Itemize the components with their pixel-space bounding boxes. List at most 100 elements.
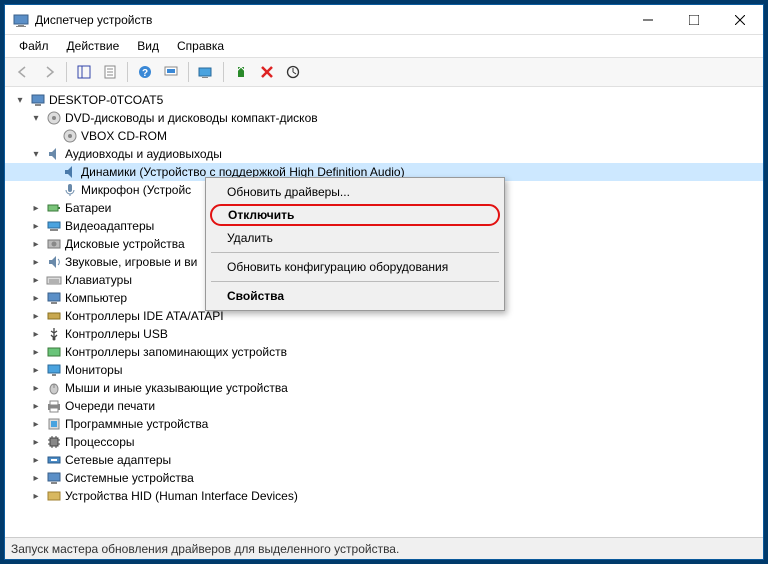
- maximize-button[interactable]: [671, 5, 717, 35]
- sound-icon: [46, 254, 62, 270]
- node-label: Видеоадаптеры: [65, 219, 154, 233]
- expander-icon[interactable]: [29, 473, 43, 484]
- menu-action[interactable]: Действие: [59, 37, 128, 55]
- audio-icon: [46, 146, 62, 162]
- menu-help[interactable]: Справка: [169, 37, 232, 55]
- expander-icon[interactable]: [29, 257, 43, 268]
- node-label: Очереди печати: [65, 399, 155, 413]
- properties-button[interactable]: [98, 60, 122, 84]
- disable-button[interactable]: [281, 60, 305, 84]
- expander-icon[interactable]: [13, 95, 27, 106]
- tree-node-print[interactable]: Очереди печати: [5, 397, 763, 415]
- controller-icon: [46, 308, 62, 324]
- svg-text:?: ?: [142, 68, 148, 79]
- node-label: Сетевые адаптеры: [65, 453, 171, 467]
- software-device-icon: [46, 416, 62, 432]
- node-label: Устройства HID (Human Interface Devices): [65, 489, 298, 503]
- node-label: Программные устройства: [65, 417, 208, 431]
- tree-node-dvd-child[interactable]: VBOX CD-ROM: [5, 127, 763, 145]
- keyboard-icon: [46, 272, 62, 288]
- expander-icon[interactable]: [29, 491, 43, 502]
- node-label: Процессоры: [65, 435, 135, 449]
- expander-icon[interactable]: [29, 203, 43, 214]
- toolbar-separator: [188, 62, 189, 82]
- node-label: VBOX CD-ROM: [81, 129, 167, 143]
- tree-node-system[interactable]: Системные устройства: [5, 469, 763, 487]
- ctx-separator: [211, 281, 499, 282]
- tree-node-network[interactable]: Сетевые адаптеры: [5, 451, 763, 469]
- expander-icon[interactable]: [29, 275, 43, 286]
- node-label: Клавиатуры: [65, 273, 132, 287]
- help-button[interactable]: ?: [133, 60, 157, 84]
- tree-node-dvd[interactable]: DVD-дисководы и дисководы компакт-дисков: [5, 109, 763, 127]
- tree-node-storage-ctrl[interactable]: Контроллеры запоминающих устройств: [5, 343, 763, 361]
- node-label: DVD-дисководы и дисководы компакт-дисков: [65, 111, 318, 125]
- toolbar: ?: [5, 57, 763, 87]
- computer-icon: [30, 92, 46, 108]
- node-label: Батареи: [65, 201, 111, 215]
- uninstall-button[interactable]: [255, 60, 279, 84]
- battery-icon: [46, 200, 62, 216]
- status-text: Запуск мастера обновления драйверов для …: [11, 542, 399, 556]
- menu-view[interactable]: Вид: [129, 37, 167, 55]
- ctx-update-drivers[interactable]: Обновить драйверы...: [209, 181, 501, 203]
- ctx-separator: [211, 252, 499, 253]
- expander-icon[interactable]: [29, 365, 43, 376]
- disk-icon: [46, 236, 62, 252]
- node-label: Контроллеры запоминающих устройств: [65, 345, 287, 359]
- back-button[interactable]: [11, 60, 35, 84]
- node-label: Контроллеры IDE ATA/ATAPI: [65, 309, 224, 323]
- device-manager-window: Диспетчер устройств Файл Действие Вид Сп…: [4, 4, 764, 560]
- computer-icon: [46, 290, 62, 306]
- app-icon: [13, 12, 29, 28]
- printer-icon: [46, 398, 62, 414]
- network-adapter-icon: [46, 452, 62, 468]
- device-tree[interactable]: DESKTOP-0TCOAT5 DVD-дисководы и дисковод…: [5, 87, 763, 537]
- window-title: Диспетчер устройств: [35, 13, 625, 27]
- toolbar-separator: [127, 62, 128, 82]
- tree-node-monitors[interactable]: Мониторы: [5, 361, 763, 379]
- ctx-uninstall[interactable]: Удалить: [209, 227, 501, 249]
- node-label: Аудиовходы и аудиовыходы: [65, 147, 222, 161]
- statusbar: Запуск мастера обновления драйверов для …: [5, 537, 763, 559]
- minimize-button[interactable]: [625, 5, 671, 35]
- tree-node-usb[interactable]: Контроллеры USB: [5, 325, 763, 343]
- tree-node-audio[interactable]: Аудиовходы и аудиовыходы: [5, 145, 763, 163]
- node-label: DESKTOP-0TCOAT5: [49, 93, 163, 107]
- mouse-icon: [46, 380, 62, 396]
- system-device-icon: [46, 470, 62, 486]
- expander-icon[interactable]: [29, 401, 43, 412]
- ctx-scan-hardware[interactable]: Обновить конфигурацию оборудования: [209, 256, 501, 278]
- toolbar-icon[interactable]: [159, 60, 183, 84]
- expander-icon[interactable]: [29, 437, 43, 448]
- expander-icon[interactable]: [29, 221, 43, 232]
- expander-icon[interactable]: [29, 239, 43, 250]
- tree-node-hid[interactable]: Устройства HID (Human Interface Devices): [5, 487, 763, 505]
- expander-icon[interactable]: [29, 113, 43, 124]
- tree-node-software[interactable]: Программные устройства: [5, 415, 763, 433]
- expander-icon[interactable]: [29, 419, 43, 430]
- tree-root[interactable]: DESKTOP-0TCOAT5: [5, 91, 763, 109]
- expander-icon[interactable]: [29, 347, 43, 358]
- expander-icon[interactable]: [29, 455, 43, 466]
- expander-icon[interactable]: [29, 293, 43, 304]
- node-label: Системные устройства: [65, 471, 194, 485]
- tree-node-mice[interactable]: Мыши и иные указывающие устройства: [5, 379, 763, 397]
- expander-icon[interactable]: [29, 311, 43, 322]
- speaker-icon: [62, 164, 78, 180]
- expander-icon[interactable]: [29, 329, 43, 340]
- forward-button[interactable]: [37, 60, 61, 84]
- ctx-properties[interactable]: Свойства: [209, 285, 501, 307]
- close-button[interactable]: [717, 5, 763, 35]
- expander-icon[interactable]: [29, 383, 43, 394]
- expander-icon[interactable]: [29, 149, 43, 160]
- update-driver-button[interactable]: [229, 60, 253, 84]
- show-hide-tree-button[interactable]: [72, 60, 96, 84]
- dvd-drive-icon: [46, 110, 62, 126]
- menu-file[interactable]: Файл: [11, 37, 57, 55]
- storage-controller-icon: [46, 344, 62, 360]
- scan-hardware-button[interactable]: [194, 60, 218, 84]
- tree-node-cpu[interactable]: Процессоры: [5, 433, 763, 451]
- ctx-disable[interactable]: Отключить: [210, 204, 500, 226]
- toolbar-separator: [223, 62, 224, 82]
